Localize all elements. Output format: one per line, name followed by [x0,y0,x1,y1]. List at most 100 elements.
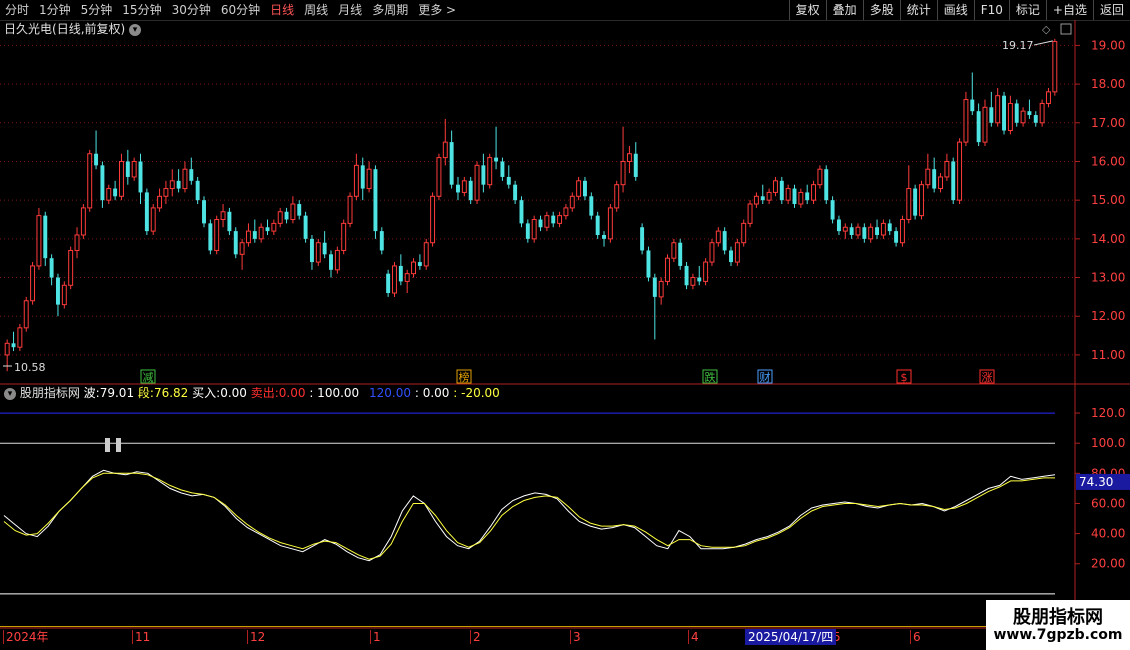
tool-button[interactable]: 多股 [862,0,900,20]
event-marker: 跌 [705,370,716,384]
level-100-value: : 100.00 [309,386,360,400]
candle-body [30,265,36,302]
tool-button[interactable]: 标记 [1008,0,1046,20]
event-marker-box [896,369,912,384]
candle-body [970,99,975,112]
candle [309,234,314,270]
tool-button[interactable]: F10 [973,0,1009,20]
period-tab[interactable]: 日线 [265,0,299,20]
tool-button[interactable]: 返回 [1092,0,1130,20]
candle [189,157,194,185]
candle-body [258,226,264,240]
candle [220,204,226,228]
tool-button[interactable]: 画线 [936,0,974,20]
candle [118,153,124,201]
candle-body [150,207,156,232]
candle [392,262,397,297]
candle [703,258,709,286]
candle-body [671,242,677,259]
candle [61,281,67,309]
price-grid [0,20,1130,629]
candle-body [423,242,429,267]
candle [766,188,772,205]
candle-body [722,231,727,251]
candle-body [386,273,391,294]
candle-body [646,250,651,278]
date-label: 2 [470,630,481,644]
tool-button[interactable]: 统计 [899,0,937,20]
period-tab[interactable]: 分时 [0,0,34,20]
candle-body [557,215,563,224]
candle-body [411,261,417,275]
tool-button[interactable]: +自选 [1045,0,1093,20]
period-tab[interactable]: 30分钟 [167,0,216,20]
candle-body [265,227,270,232]
candle [938,173,944,193]
candle-body [417,262,422,266]
level-120-value: 120.00 [369,386,412,400]
price-tick-label: 12.00 [1091,309,1125,323]
candle-body [690,277,696,286]
panel-toggle-icon[interactable] [1060,23,1072,35]
candle-body [43,215,48,259]
candle-body [277,211,283,224]
candle [602,231,606,247]
candle-body [766,191,772,201]
indicator-series-segment [3,472,1055,560]
candle [734,238,740,266]
candle [214,215,220,255]
candle [671,238,677,263]
period-tab[interactable]: 月线 [333,0,367,20]
candle-body [894,231,899,243]
watermark-url: www.7gpzb.com [993,627,1123,643]
candle [519,196,524,228]
candle [875,219,880,239]
period-tab[interactable]: 周线 [299,0,333,20]
candle-body [836,219,841,232]
candle-body [989,107,994,123]
period-tab[interactable]: 多周期 [367,0,413,20]
candle-body [658,280,664,298]
period-tab[interactable]: 60分钟 [216,0,265,20]
candle-body [830,200,835,220]
candle [468,176,473,205]
period-tab[interactable]: 15分钟 [117,0,166,20]
candle-body [468,180,473,201]
chevron-down-icon[interactable]: ▾ [129,23,142,36]
candle [43,211,48,266]
stock-name: 日久光电 [4,22,53,36]
candle [87,149,93,212]
candle [360,157,365,201]
candle-body [652,277,657,297]
chevron-down-icon[interactable]: ▾ [4,387,16,400]
candle [233,227,238,259]
period-tab[interactable]: 更多 > [413,0,461,20]
candle [100,161,105,208]
candle [456,176,460,201]
period-tab[interactable]: 5分钟 [76,0,118,20]
candle [245,223,251,247]
candle [633,142,638,181]
candle-body [144,192,149,232]
candle-body [334,249,340,271]
candle [906,165,912,224]
candle-body [589,196,594,216]
candle [379,227,384,255]
high-low-labels: 19.17 10.58 [14,39,1034,374]
candle [976,103,981,146]
candle-body [525,223,530,239]
candle [722,227,727,255]
tool-button[interactable]: 复权 [788,0,826,20]
period-tab[interactable]: 1分钟 [34,0,76,20]
tool-button[interactable]: 叠加 [825,0,863,20]
candle-body [430,195,436,244]
candle [772,176,778,197]
price-tick-label: 16.00 [1091,154,1125,168]
level-neg20-value: : -20.00 [453,386,500,400]
candle [1014,99,1019,127]
candle-body [899,219,905,244]
candle [208,219,213,255]
candle-body [23,300,29,329]
candle-body [392,265,397,294]
indicator-series-wave [3,469,1056,562]
